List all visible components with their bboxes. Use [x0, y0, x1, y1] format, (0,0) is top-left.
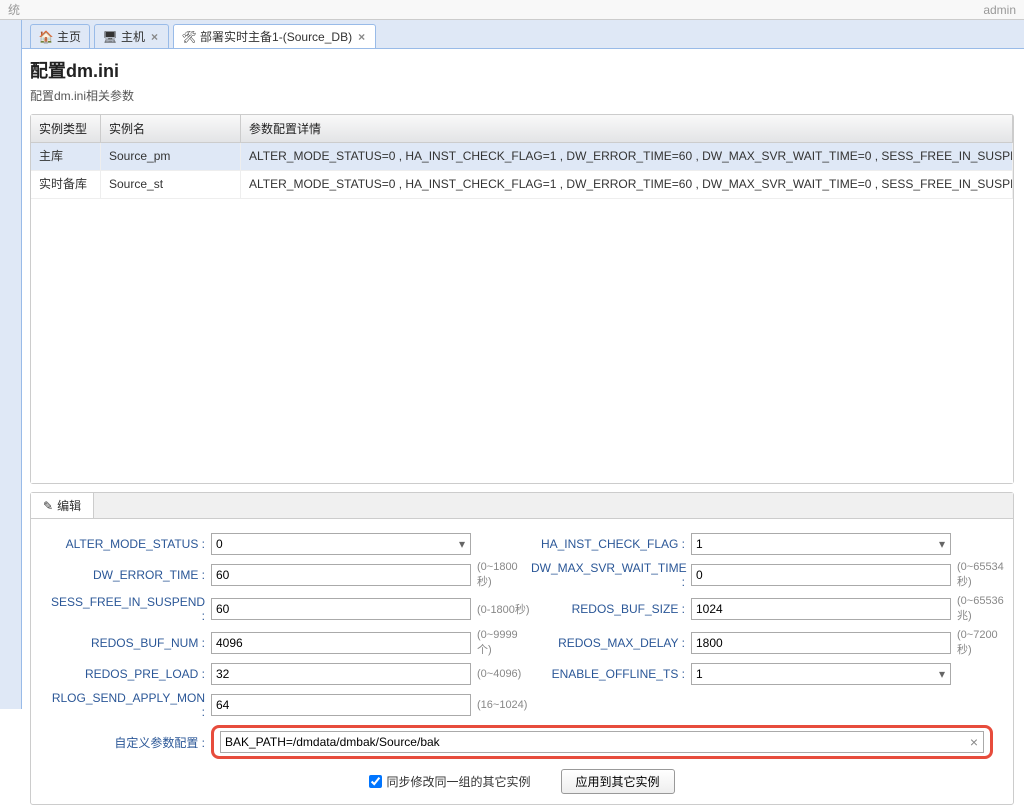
- label-dw-max-svr-wait-time: DW_MAX_SVR_WAIT_TIME :: [531, 561, 691, 589]
- cell-type: 实时备库: [31, 171, 101, 198]
- tabs-row: 🏠 主页 🖥 主机 × 🛠 部署实时主备1-(Source_DB) ×: [0, 20, 1024, 49]
- tab-label: 主页: [57, 28, 81, 45]
- label-rlog-send-apply-mon: RLOG_SEND_APPLY_MON :: [51, 691, 211, 719]
- hint-rlog-send-apply-mon: (16~1024): [471, 699, 531, 711]
- page-title: 配置dm.ini: [30, 57, 1014, 83]
- cell-name: Source_st: [101, 171, 241, 198]
- tab-edit[interactable]: ✎ 编辑: [31, 493, 94, 518]
- cell-detail: ALTER_MODE_STATUS=0 , HA_INST_CHECK_FLAG…: [241, 171, 1013, 198]
- table-row[interactable]: 主库 Source_pm ALTER_MODE_STATUS=0 , HA_IN…: [31, 143, 1013, 171]
- label-ha-inst-check-flag: HA_INST_CHECK_FLAG :: [531, 537, 691, 551]
- label-redos-buf-size: REDOS_BUF_SIZE :: [531, 602, 691, 616]
- tab-home[interactable]: 🏠 主页: [30, 24, 90, 48]
- sync-checkbox-label: 同步修改同一组的其它实例: [386, 773, 530, 790]
- label-alter-mode-status: ALTER_MODE_STATUS :: [51, 537, 211, 551]
- tab-host[interactable]: 🖥 主机 ×: [94, 24, 169, 48]
- hint-dw-error-time: (0~1800秒): [471, 561, 531, 589]
- edit-section: ✎ 编辑 ALTER_MODE_STATUS : HA_INST_CHECK_F…: [30, 492, 1014, 805]
- label-redos-buf-num: REDOS_BUF_NUM :: [51, 636, 211, 650]
- input-redos-buf-num[interactable]: [211, 632, 471, 654]
- edit-tab-label: 编辑: [57, 497, 81, 514]
- sync-checkbox-wrap[interactable]: 同步修改同一组的其它实例: [369, 773, 530, 790]
- input-redos-buf-size[interactable]: [691, 598, 951, 620]
- cell-name: Source_pm: [101, 143, 241, 170]
- user-label: admin: [983, 3, 1016, 17]
- input-dw-max-svr-wait-time[interactable]: [691, 564, 951, 586]
- host-icon: 🖥: [103, 30, 117, 44]
- col-header-type[interactable]: 实例类型: [31, 115, 101, 142]
- select-ha-inst-check-flag[interactable]: [691, 533, 951, 555]
- col-header-detail[interactable]: 参数配置详情: [241, 115, 1013, 142]
- label-custom-param: 自定义参数配置 :: [51, 734, 211, 751]
- hint-redos-buf-size: (0~65536兆): [951, 595, 1011, 623]
- edit-icon: ✎: [43, 499, 53, 513]
- label-redos-max-delay: REDOS_MAX_DELAY :: [531, 636, 691, 650]
- hint-redos-pre-load: (0~4096): [471, 668, 531, 680]
- close-icon[interactable]: ×: [356, 30, 367, 44]
- grid-body: 主库 Source_pm ALTER_MODE_STATUS=0 , HA_IN…: [31, 143, 1013, 483]
- top-bar: 统 admin: [0, 0, 1024, 20]
- label-redos-pre-load: REDOS_PRE_LOAD :: [51, 667, 211, 681]
- apply-button[interactable]: 应用到其它实例: [561, 769, 675, 794]
- label-sess-free-in-suspend: SESS_FREE_IN_SUSPEND :: [51, 595, 211, 623]
- table-row[interactable]: 实时备库 Source_st ALTER_MODE_STATUS=0 , HA_…: [31, 171, 1013, 199]
- col-header-name[interactable]: 实例名: [101, 115, 241, 142]
- config-grid: 实例类型 实例名 参数配置详情 主库 Source_pm ALTER_MODE_…: [30, 114, 1014, 484]
- hint-redos-buf-num: (0~9999个): [471, 629, 531, 657]
- page-subtitle: 配置dm.ini相关参数: [30, 87, 1014, 104]
- input-rlog-send-apply-mon[interactable]: [211, 694, 471, 716]
- grid-header: 实例类型 实例名 参数配置详情: [31, 115, 1013, 143]
- select-alter-mode-status[interactable]: [211, 533, 471, 555]
- input-redos-pre-load[interactable]: [211, 663, 471, 685]
- sync-checkbox[interactable]: [369, 775, 382, 788]
- home-icon: 🏠: [39, 30, 53, 44]
- input-dw-error-time[interactable]: [211, 564, 471, 586]
- cell-detail: ALTER_MODE_STATUS=0 , HA_INST_CHECK_FLAG…: [241, 143, 1013, 170]
- custom-param-highlight: ×: [211, 725, 993, 759]
- hint-dw-max-svr-wait-time: (0~65534秒): [951, 561, 1011, 589]
- close-icon[interactable]: ×: [149, 30, 160, 44]
- hint-redos-max-delay: (0~7200秒): [951, 629, 1011, 657]
- input-redos-max-delay[interactable]: [691, 632, 951, 654]
- select-enable-offline-ts[interactable]: [691, 663, 951, 685]
- hint-sess-free-in-suspend: (0-1800秒): [471, 601, 531, 617]
- cell-type: 主库: [31, 143, 101, 170]
- input-custom-param[interactable]: [220, 731, 984, 753]
- app-fragment: 统: [8, 1, 20, 18]
- clear-icon[interactable]: ×: [970, 734, 978, 750]
- deploy-icon: 🛠: [182, 30, 196, 44]
- tab-label: 主机: [121, 28, 145, 45]
- label-enable-offline-ts: ENABLE_OFFLINE_TS :: [531, 667, 691, 681]
- tab-label: 部署实时主备1-(Source_DB): [200, 28, 352, 45]
- label-dw-error-time: DW_ERROR_TIME :: [51, 568, 211, 582]
- tab-deploy[interactable]: 🛠 部署实时主备1-(Source_DB) ×: [173, 24, 376, 48]
- edit-tabs: ✎ 编辑: [31, 493, 1013, 519]
- input-sess-free-in-suspend[interactable]: [211, 598, 471, 620]
